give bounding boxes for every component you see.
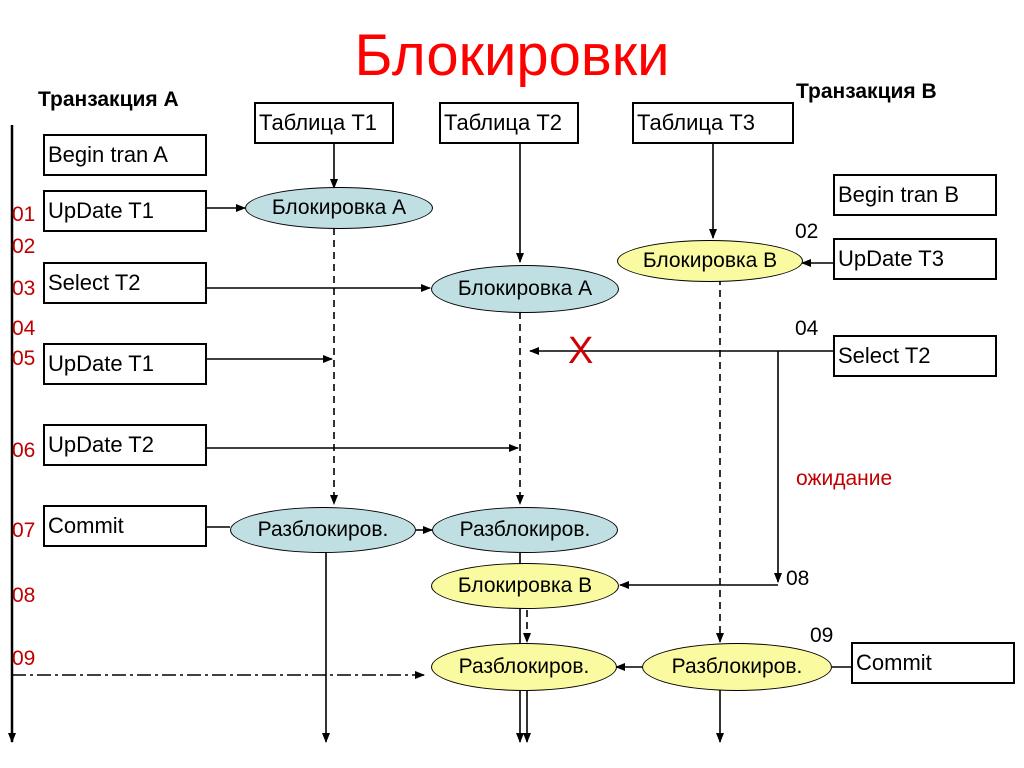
step-b-number-09: 09: [810, 624, 834, 647]
step-number-04: 04: [12, 317, 36, 340]
tran-a-commit-box: Commit: [43, 505, 207, 547]
step-number-01: 01: [12, 203, 36, 226]
table-t2-box: Таблица T2: [439, 102, 579, 144]
transaction-b-header: Транзакция B: [796, 80, 937, 103]
step-b-number-08: 08: [786, 567, 810, 590]
tran-b-select-t2-box: Select T2: [833, 335, 997, 377]
page-title: Блокировки: [354, 23, 670, 88]
tran-a-update-t1-again-box: UpDate T1: [43, 343, 207, 385]
table-t1-box: Таблица T1: [254, 102, 394, 144]
tran-a-update-t1-box: UpDate T1: [43, 190, 207, 232]
unlock-a-t1: Разблокиров.: [230, 507, 416, 553]
step-number-07: 07: [12, 519, 36, 542]
unlock-b-t3: Разблокиров.: [642, 643, 832, 691]
waiting-label: ожидание: [796, 467, 893, 490]
tran-a-select-t2-box: Select T2: [43, 262, 207, 304]
tran-a-update-t2-box: UpDate T2: [43, 424, 207, 466]
tran-a-begin-box: Begin tran A: [43, 134, 207, 176]
tran-b-update-t3-box: UpDate T3: [833, 238, 997, 280]
table-t3-box: Таблица T3: [632, 102, 794, 144]
step-number-09: 09: [12, 647, 36, 670]
step-number-06: 06: [12, 439, 36, 462]
step-number-05: 05: [12, 347, 36, 370]
step-number-03: 03: [12, 277, 36, 300]
transaction-a-header: Транзакция A: [38, 88, 179, 111]
lock-b-t3: Блокировка B: [617, 240, 803, 282]
step-b-number-04: 04: [795, 317, 819, 340]
lock-a-t1: Блокировка A: [245, 187, 433, 229]
step-number-02: 02: [12, 235, 36, 258]
tran-b-begin-box: Begin tran B: [833, 174, 997, 216]
lock-b-t2: Блокировка B: [431, 563, 619, 609]
tran-b-commit-box: Commit: [851, 642, 1015, 684]
blocked-x-mark: X: [568, 330, 594, 372]
step-b-number-02: 02: [795, 220, 819, 243]
lock-a-t2: Блокировка A: [431, 265, 619, 313]
step-number-08: 08: [12, 584, 36, 607]
unlock-b-t2: Разблокиров.: [431, 643, 617, 691]
unlock-a-t2: Разблокиров.: [432, 507, 618, 553]
